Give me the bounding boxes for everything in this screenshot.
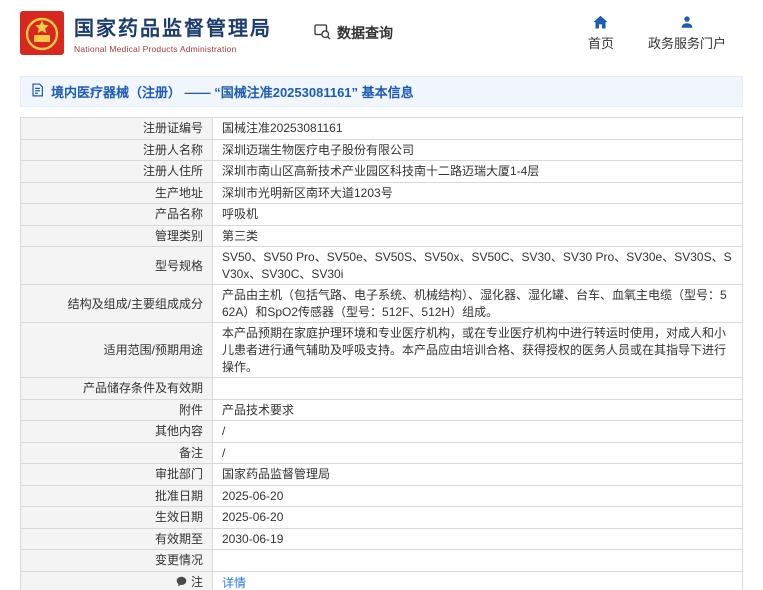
row-label: 注册人住所 [21, 161, 213, 183]
nav-item-portal[interactable]: 政务服务门户 [631, 14, 743, 52]
table-row: 生效日期 2025-06-20 [21, 507, 743, 529]
row-value: 详情 [213, 572, 743, 590]
table-row: 附件 产品技术要求 [21, 399, 743, 421]
row-label: 其他内容 [21, 421, 213, 443]
row-value: 深圳市光明新区南环大道1203号 [213, 182, 743, 204]
row-value: 产品由主机（包括气路、电子系统、机械结构）、湿化器、湿化罐、台车、血氧主电缆（型… [213, 285, 743, 323]
table-row: 审批部门 国家药品监督管理局 [21, 464, 743, 486]
row-value: / [213, 442, 743, 464]
row-value: SV50、SV50 Pro、SV50e、SV50S、SV50x、SV50C、SV… [213, 247, 743, 285]
table-row: 结构及组成/主要组成成分 产品由主机（包括气路、电子系统、机械结构）、湿化器、湿… [21, 285, 743, 323]
row-value: 国械注准20253081161 [213, 118, 743, 140]
data-query-label: 数据查询 [337, 23, 393, 43]
table-row: 适用范围/预期用途 本产品预期在家庭护理环境和专业医疗机构，或在专业医疗机构中进… [21, 323, 743, 378]
document-icon [31, 83, 44, 100]
agency-titles: 国家药品监督管理局 National Medical Products Admi… [74, 12, 272, 54]
table-row: 有效期至 2030-06-19 [21, 528, 743, 550]
row-label: 注册证编号 [21, 118, 213, 140]
row-value: 第三类 [213, 225, 743, 247]
national-emblem-logo [20, 11, 64, 55]
table-row: 生产地址 深圳市光明新区南环大道1203号 [21, 182, 743, 204]
table-row: 管理类别 第三类 [21, 225, 743, 247]
row-label: 型号规格 [21, 247, 213, 285]
registration-info-table: 注册证编号 国械注准20253081161 注册人名称 深圳迈瑞生物医疗电子股份… [20, 117, 743, 590]
table-row: 批准日期 2025-06-20 [21, 485, 743, 507]
comment-icon [176, 575, 187, 590]
user-icon [680, 14, 694, 29]
home-icon [593, 14, 608, 29]
row-label: 审批部门 [21, 464, 213, 486]
row-value: 2030-06-19 [213, 528, 743, 550]
row-label: 备注 [21, 442, 213, 464]
table-row: 注册人住所 深圳市南山区高新技术产业园区科技南十二路迈瑞大厦1-4层 [21, 161, 743, 183]
data-query-icon [314, 23, 331, 43]
table-row: 备注 / [21, 442, 743, 464]
breadcrumb: 境内医疗器械（注册） —— “国械注准20253081161” 基本信息 [20, 76, 743, 107]
row-label: 附件 [21, 399, 213, 421]
row-label: 变更情况 [21, 550, 213, 572]
row-value: 呼吸机 [213, 204, 743, 226]
table-row: 产品名称 呼吸机 [21, 204, 743, 226]
table-row: 注 详情 [21, 572, 743, 590]
data-query-section[interactable]: 数据查询 [314, 23, 393, 43]
nav-item-label: 政务服务门户 [648, 33, 726, 52]
row-label: 产品名称 [21, 204, 213, 226]
breadcrumb-text: 境内医疗器械（注册） —— “国械注准20253081161” 基本信息 [51, 82, 414, 101]
detail-link[interactable]: 详情 [222, 576, 246, 590]
row-value: 深圳迈瑞生物医疗电子股份有限公司 [213, 139, 743, 161]
header-nav: 首页 政务服务门户 [571, 14, 743, 52]
table-row: 型号规格 SV50、SV50 Pro、SV50e、SV50S、SV50x、SV5… [21, 247, 743, 285]
row-value [213, 550, 743, 572]
agency-title: 国家药品监督管理局 [74, 12, 272, 41]
table-row: 变更情况 [21, 550, 743, 572]
info-table-body: 注册证编号 国械注准20253081161 注册人名称 深圳迈瑞生物医疗电子股份… [21, 118, 743, 590]
row-value: 深圳市南山区高新技术产业园区科技南十二路迈瑞大厦1-4层 [213, 161, 743, 183]
row-value: 2025-06-20 [213, 485, 743, 507]
row-value: 产品技术要求 [213, 399, 743, 421]
page: 国家药品监督管理局 National Medical Products Admi… [0, 0, 763, 590]
agency-subtitle: National Medical Products Administration [74, 44, 272, 54]
row-value: 2025-06-20 [213, 507, 743, 529]
table-row: 注册人名称 深圳迈瑞生物医疗电子股份有限公司 [21, 139, 743, 161]
nav-item-label: 首页 [588, 33, 614, 52]
row-label: 生产地址 [21, 182, 213, 204]
table-row: 其他内容 / [21, 421, 743, 443]
row-label: 结构及组成/主要组成成分 [21, 285, 213, 323]
row-label-text: 注 [191, 575, 203, 589]
row-label: 产品储存条件及有效期 [21, 378, 213, 400]
header: 国家药品监督管理局 National Medical Products Admi… [0, 0, 763, 64]
row-label: 批准日期 [21, 485, 213, 507]
row-value: / [213, 421, 743, 443]
row-label: 注册人名称 [21, 139, 213, 161]
nav-item-home[interactable]: 首页 [571, 14, 631, 52]
row-label: 适用范围/预期用途 [21, 323, 213, 378]
row-label: 注 [21, 572, 213, 590]
row-label: 有效期至 [21, 528, 213, 550]
row-value: 国家药品监督管理局 [213, 464, 743, 486]
row-value: 本产品预期在家庭护理环境和专业医疗机构，或在专业医疗机构中进行转运时使用，对成人… [213, 323, 743, 378]
row-value [213, 378, 743, 400]
row-label: 管理类别 [21, 225, 213, 247]
table-row: 注册证编号 国械注准20253081161 [21, 118, 743, 140]
row-label: 生效日期 [21, 507, 213, 529]
table-row: 产品储存条件及有效期 [21, 378, 743, 400]
